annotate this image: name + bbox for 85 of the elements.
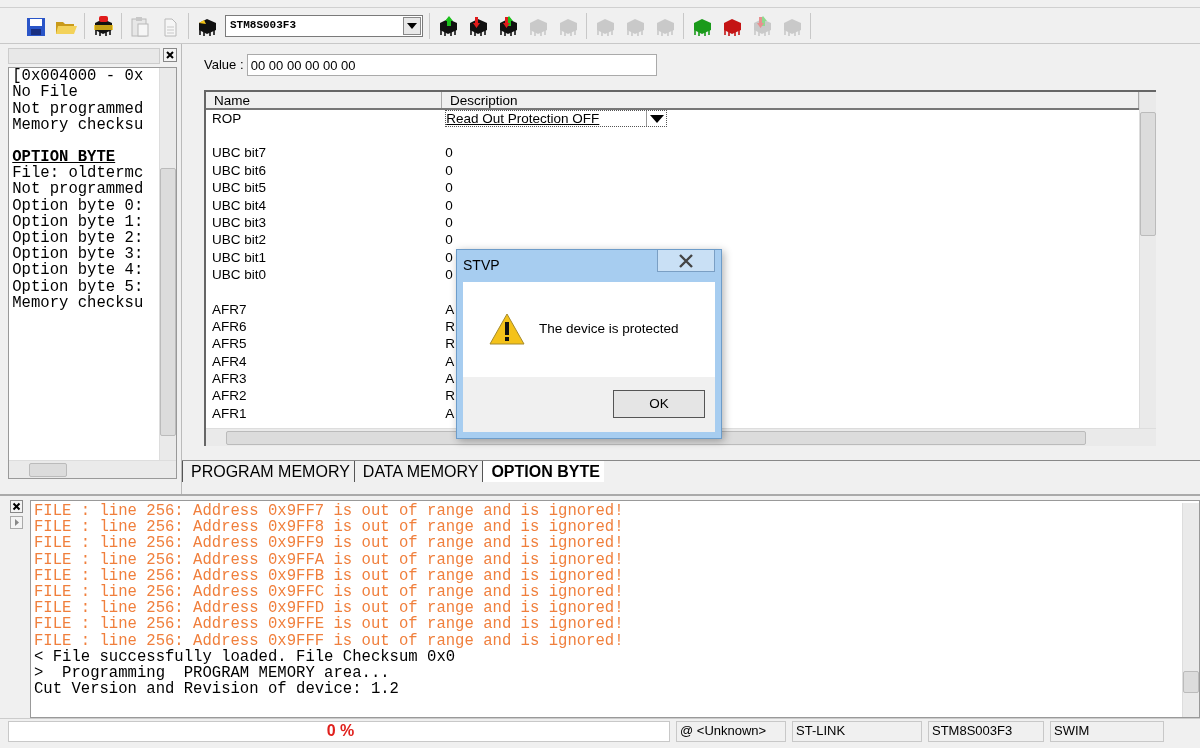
value-dropdown[interactable]: Read Out Protection OFF: [445, 110, 668, 127]
table-cell: R: [445, 336, 455, 352]
info-line: OPTION BYTE: [12, 149, 116, 166]
table-cell: 0: [445, 180, 453, 196]
info-line: Memory checksu: [12, 294, 144, 312]
table-cell: 0: [445, 232, 453, 248]
info-line: Option byte 2:: [12, 230, 144, 247]
table-cell: AFR6: [212, 318, 247, 334]
log-line: FILE : line 256: Address 0x9FFE is out of range and is ignored!: [34, 616, 625, 633]
status-panel: @ <Unknown>: [676, 721, 786, 742]
pane-grip[interactable]: [8, 48, 160, 64]
table-cell: A: [445, 405, 455, 421]
table-cell: UBC bit5: [212, 180, 267, 196]
tab[interactable]: OPTION BYTE: [482, 461, 604, 482]
info-line: Option byte 0:: [12, 197, 144, 214]
device-dropdown[interactable]: STM8S003F3: [225, 14, 423, 37]
info-line: Not programmed: [12, 181, 144, 198]
info-line: Option byte 3:: [12, 246, 144, 263]
table-cell: ROP: [212, 111, 242, 126]
close-icon[interactable]: [10, 500, 23, 513]
table-cell: A: [445, 301, 455, 317]
info-line: File: oldtermc: [12, 165, 144, 182]
horizontal-scrollbar[interactable]: [9, 460, 176, 479]
status-panel: SWIM: [1050, 721, 1164, 742]
table-cell: AFR7: [212, 301, 247, 317]
info-line: [0x004000 - 0x: [12, 68, 144, 85]
close-icon: [678, 253, 694, 268]
info-line: No File: [12, 84, 78, 101]
column-header[interactable]: Name: [206, 92, 442, 108]
log-line: Cut Version and Revision of device: 1.2: [34, 681, 400, 698]
status-panel: ST-LINK: [792, 721, 922, 742]
log-line: FILE : line 256: Address 0x9FFA is out of range and is ignored!: [34, 551, 625, 568]
table-cell: UBC bit3: [212, 214, 267, 230]
status-panel: STM8S003F3: [928, 721, 1044, 742]
info-line: Option byte 4:: [12, 262, 144, 279]
info-line: Memory checksu: [12, 116, 144, 134]
log-line: < File successfully loaded. File Checksum 0x0: [34, 648, 456, 666]
table-cell: UBC bit0: [212, 267, 267, 283]
log-line: FILE : line 256: Address 0x9FFD is out of range and is ignored!: [34, 600, 625, 617]
table-cell: UBC bit2: [212, 232, 267, 248]
vertical-scrollbar[interactable]: [159, 68, 176, 461]
table-cell: R: [445, 388, 455, 404]
table-cell: AFR2: [212, 388, 247, 404]
tab[interactable]: PROGRAM MEMORY: [182, 461, 354, 482]
table-cell: AFR3: [212, 371, 247, 387]
log-line: > Programming PROGRAM MEMORY area...: [34, 665, 390, 682]
table-cell: UBC bit7: [212, 145, 267, 161]
log-line: FILE : line 256: Address 0x9FF8 is out of range and is ignored!: [34, 519, 625, 536]
table-cell: 0: [445, 249, 453, 265]
table-cell: AFR5: [212, 336, 247, 352]
table-cell: 0: [445, 267, 453, 283]
log-line: FILE : line 256: Address 0x9FFF is out of range and is ignored!: [34, 632, 625, 649]
table-cell: A: [445, 371, 455, 387]
progress-text: 0 %: [8, 721, 670, 742]
table-cell: UBC bit4: [212, 197, 267, 213]
log-line: FILE : line 256: Address 0x9FFC is out of range and is ignored!: [34, 584, 625, 601]
log-line: FILE : line 256: Address 0x9FF9 is out of range and is ignored!: [34, 535, 625, 552]
dialog-message: The device is protected: [539, 320, 679, 338]
vertical-scrollbar[interactable]: [1139, 92, 1156, 428]
table-cell: R: [445, 318, 455, 334]
chip-button[interactable]: [91, 13, 115, 38]
info-line: Option byte 1:: [12, 213, 144, 231]
table-cell: AFR1: [212, 405, 247, 421]
table-cell: A: [445, 353, 455, 369]
value-field[interactable]: 00 00 00 00 00 00: [246, 54, 657, 76]
info-line: Not programmed: [12, 100, 144, 117]
table-cell: 0: [445, 197, 453, 213]
table-cell: 0: [445, 214, 453, 230]
close-button[interactable]: [657, 250, 715, 272]
value-label: Value :: [204, 56, 244, 75]
table-cell: UBC bit6: [212, 162, 267, 178]
log-line: FILE : line 256: Address 0x9FFB is out of range and is ignored!: [34, 567, 625, 584]
vertical-scrollbar[interactable]: [1182, 503, 1199, 717]
ok-button[interactable]: OK: [613, 390, 705, 419]
close-icon[interactable]: [163, 48, 177, 62]
info-line: Option byte 5:: [12, 278, 144, 295]
table-cell: AFR4: [212, 353, 247, 369]
table-cell: 0: [445, 162, 453, 178]
log-line: FILE : line 256: Address 0x9FF7 is out of range and is ignored!: [34, 503, 625, 520]
dropdown-arrow-icon: [407, 22, 417, 29]
table-cell: 0: [445, 145, 453, 161]
dialog-title: STVP: [463, 256, 500, 276]
warning-icon: [489, 313, 525, 346]
table-cell: UBC bit1: [212, 249, 267, 265]
dropdown-arrow-icon: [649, 114, 664, 123]
